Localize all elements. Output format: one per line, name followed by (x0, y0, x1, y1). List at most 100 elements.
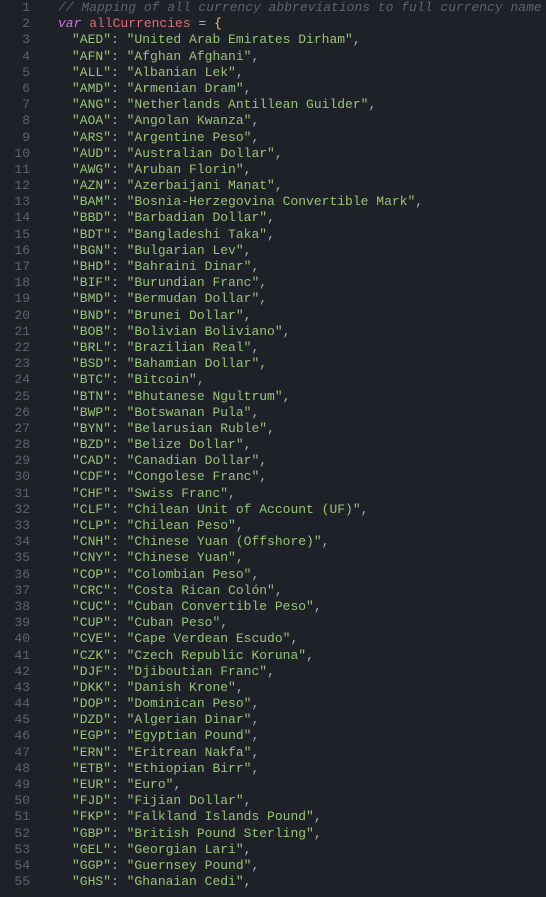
code-line[interactable]: // Mapping of all currency abbreviations… (44, 0, 542, 16)
line-number: 33 (0, 518, 30, 534)
colon: : (111, 81, 127, 96)
code-line[interactable]: "BIF": "Burundian Franc", (44, 275, 542, 291)
comma: , (251, 761, 259, 776)
string-value: "Argentine Peso" (127, 130, 252, 145)
code-line[interactable]: "ETB": "Ethiopian Birr", (44, 761, 542, 777)
code-line[interactable]: "AOA": "Angolan Kwanza", (44, 113, 542, 129)
colon: : (111, 146, 127, 161)
line-number: 28 (0, 437, 30, 453)
comma: , (244, 243, 252, 258)
colon: : (111, 421, 127, 436)
code-line[interactable]: "ERN": "Eritrean Nakfa", (44, 745, 542, 761)
object-key: "DOP" (72, 696, 111, 711)
code-line[interactable]: "BOB": "Bolivian Boliviano", (44, 324, 542, 340)
brace-open: { (214, 16, 222, 31)
line-number: 9 (0, 130, 30, 146)
colon: : (111, 696, 127, 711)
code-line[interactable]: "BAM": "Bosnia-Herzegovina Convertible M… (44, 194, 542, 210)
code-line[interactable]: "DZD": "Algerian Dinar", (44, 712, 542, 728)
code-line[interactable]: "DOP": "Dominican Peso", (44, 696, 542, 712)
code-line[interactable]: "COP": "Colombian Peso", (44, 567, 542, 583)
code-line[interactable]: "ARS": "Argentine Peso", (44, 130, 542, 146)
code-line[interactable]: "CUC": "Cuban Convertible Peso", (44, 599, 542, 615)
object-key: "CNY" (72, 550, 111, 565)
string-value: "Bangladeshi Taka" (127, 227, 267, 242)
code-area[interactable]: // Mapping of all currency abbreviations… (40, 0, 542, 897)
code-line[interactable]: "CLP": "Chilean Peso", (44, 518, 542, 534)
code-line[interactable]: "BHD": "Bahraini Dinar", (44, 259, 542, 275)
code-line[interactable]: "FKP": "Falkland Islands Pound", (44, 809, 542, 825)
code-line[interactable]: "GBP": "British Pound Sterling", (44, 826, 542, 842)
colon: : (111, 178, 127, 193)
code-line[interactable]: "AFN": "Afghan Afghani", (44, 49, 542, 65)
code-line[interactable]: var allCurrencies = { (44, 16, 542, 32)
object-key: "ERN" (72, 745, 111, 760)
code-line[interactable]: "BWP": "Botswanan Pula", (44, 405, 542, 421)
line-number: 1 (0, 0, 30, 16)
code-line[interactable]: "EGP": "Egyptian Pound", (44, 728, 542, 744)
line-number: 43 (0, 680, 30, 696)
line-number: 21 (0, 324, 30, 340)
code-line[interactable]: "CNH": "Chinese Yuan (Offshore)", (44, 534, 542, 550)
colon: : (111, 777, 127, 792)
code-line[interactable]: "EUR": "Euro", (44, 777, 542, 793)
code-line[interactable]: "BGN": "Bulgarian Lev", (44, 243, 542, 259)
code-line[interactable]: "DJF": "Djiboutian Franc", (44, 664, 542, 680)
code-line[interactable]: "FJD": "Fijian Dollar", (44, 793, 542, 809)
code-line[interactable]: "BYN": "Belarusian Ruble", (44, 421, 542, 437)
code-line[interactable]: "CAD": "Canadian Dollar", (44, 453, 542, 469)
code-line[interactable]: "GHS": "Ghanaian Cedi", (44, 874, 542, 890)
line-number: 40 (0, 631, 30, 647)
string-value: "Guernsey Pound" (127, 858, 252, 873)
colon: : (111, 745, 127, 760)
colon: : (111, 826, 127, 841)
code-line[interactable]: "BDT": "Bangladeshi Taka", (44, 227, 542, 243)
string-value: "Chilean Unit of Account (UF)" (127, 502, 361, 517)
code-line[interactable]: "AMD": "Armenian Dram", (44, 81, 542, 97)
code-line[interactable]: "BND": "Brunei Dollar", (44, 308, 542, 324)
string-value: "Egyptian Pound" (127, 728, 252, 743)
code-line[interactable]: "AZN": "Azerbaijani Manat", (44, 178, 542, 194)
colon: : (111, 49, 127, 64)
code-line[interactable]: "CVE": "Cape Verdean Escudo", (44, 631, 542, 647)
code-line[interactable]: "BTN": "Bhutanese Ngultrum", (44, 389, 542, 405)
code-line[interactable]: "CUP": "Cuban Peso", (44, 615, 542, 631)
code-line[interactable]: "BRL": "Brazilian Real", (44, 340, 542, 356)
code-line[interactable]: "AWG": "Aruban Florin", (44, 162, 542, 178)
code-line[interactable]: "CHF": "Swiss Franc", (44, 486, 542, 502)
code-line[interactable]: "DKK": "Danish Krone", (44, 680, 542, 696)
colon: : (111, 664, 127, 679)
code-line[interactable]: "ALL": "Albanian Lek", (44, 65, 542, 81)
code-line[interactable]: "BTC": "Bitcoin", (44, 372, 542, 388)
comma: , (251, 712, 259, 727)
code-line[interactable]: "AED": "United Arab Emirates Dirham", (44, 32, 542, 48)
code-line[interactable]: "CRC": "Costa Rican Colón", (44, 583, 542, 599)
comma: , (251, 113, 259, 128)
code-line[interactable]: "AUD": "Australian Dollar", (44, 146, 542, 162)
code-line[interactable]: "CNY": "Chinese Yuan", (44, 550, 542, 566)
code-line[interactable]: "BSD": "Bahamian Dollar", (44, 356, 542, 372)
code-line[interactable]: "BZD": "Belize Dollar", (44, 437, 542, 453)
code-line[interactable]: "BBD": "Barbadian Dollar", (44, 210, 542, 226)
object-key: "EUR" (72, 777, 111, 792)
object-key: "CZK" (72, 648, 111, 663)
code-line[interactable]: "CZK": "Czech Republic Koruna", (44, 648, 542, 664)
colon: : (111, 631, 127, 646)
string-value: "Belarusian Ruble" (127, 421, 267, 436)
line-number: 38 (0, 599, 30, 615)
code-line[interactable]: "CDF": "Congolese Franc", (44, 469, 542, 485)
code-line[interactable]: "GGP": "Guernsey Pound", (44, 858, 542, 874)
line-number-gutter: 1234567891011121314151617181920212223242… (0, 0, 40, 897)
string-value: "Djiboutian Franc" (127, 664, 267, 679)
comment: // Mapping of all currency abbreviations… (58, 0, 542, 15)
code-line[interactable]: "GEL": "Georgian Lari", (44, 842, 542, 858)
comma: , (236, 680, 244, 695)
comma: , (251, 405, 259, 420)
string-value: "Chinese Yuan (Offshore)" (127, 534, 322, 549)
code-line[interactable]: "BMD": "Bermudan Dollar", (44, 291, 542, 307)
colon: : (111, 275, 127, 290)
code-editor[interactable]: 1234567891011121314151617181920212223242… (0, 0, 546, 897)
code-line[interactable]: "CLF": "Chilean Unit of Account (UF)", (44, 502, 542, 518)
code-line[interactable]: "ANG": "Netherlands Antillean Guilder", (44, 97, 542, 113)
object-key: "AFN" (72, 49, 111, 64)
